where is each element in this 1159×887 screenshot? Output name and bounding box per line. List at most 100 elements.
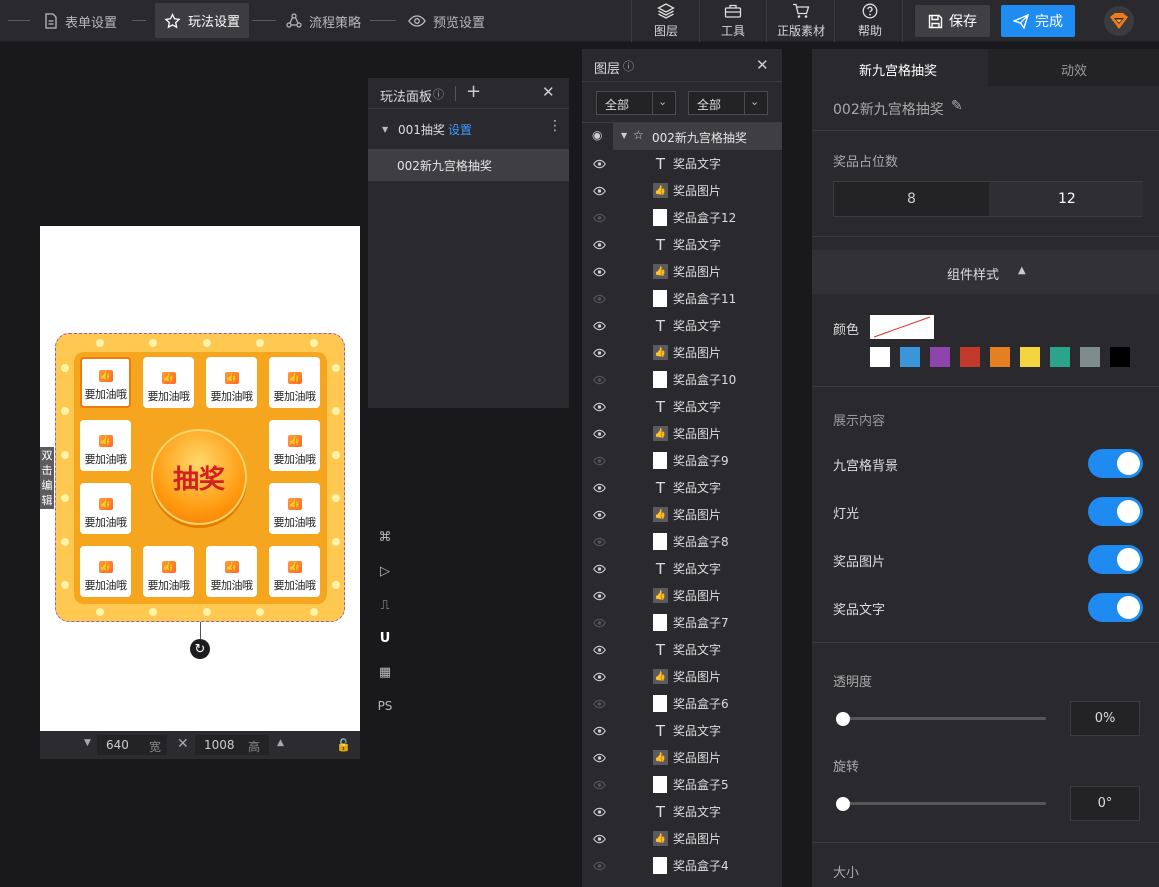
eye-icon[interactable] <box>592 184 606 198</box>
eye-icon[interactable] <box>592 724 606 738</box>
eye-icon[interactable] <box>592 859 606 873</box>
layer-row[interactable]: 👍 奖品图片 <box>582 177 782 204</box>
layer-row[interactable]: 奖品盒子8 <box>582 528 782 555</box>
prize-cell[interactable]: 👍 要加油哦 <box>80 546 131 597</box>
opacity-slider[interactable] <box>842 717 1046 720</box>
eye-icon[interactable] <box>592 616 606 630</box>
eye-icon[interactable] <box>592 346 606 360</box>
layer-row[interactable]: T 奖品文字 <box>582 231 782 258</box>
layer-row[interactable]: T 奖品文字 <box>582 312 782 339</box>
layer-row[interactable]: 奖品盒子12 <box>582 204 782 231</box>
magnet-icon[interactable]: U <box>376 629 394 647</box>
layer-row[interactable]: T 奖品文字 <box>582 636 782 663</box>
ruler-icon[interactable]: ⎍ <box>376 596 394 614</box>
add-icon[interactable]: + <box>466 81 481 102</box>
toolbox-tool-button[interactable]: 工具 <box>712 0 754 42</box>
layer-row[interactable]: 👍 奖品图片 <box>582 582 782 609</box>
eye-icon[interactable] <box>592 751 606 765</box>
layer-row[interactable]: 👍 奖品图片 <box>582 339 782 366</box>
info-icon[interactable]: ⓘ <box>433 86 444 102</box>
eye-icon[interactable] <box>592 238 606 252</box>
play-icon[interactable]: ▷ <box>376 562 394 580</box>
layer-type-select[interactable]: 全部 ⌄ <box>688 91 768 115</box>
caret-up-icon[interactable]: ▲ <box>277 738 284 748</box>
avatar[interactable] <box>1104 6 1134 36</box>
tab-animation[interactable]: 动效 <box>988 49 1159 86</box>
eye-icon[interactable] <box>592 319 606 333</box>
layer-row[interactable]: 👍 奖品图片 <box>582 663 782 690</box>
layer-row[interactable]: T 奖品文字 <box>582 393 782 420</box>
help-tool-button[interactable]: 帮助 <box>849 0 891 42</box>
lights-toggle[interactable] <box>1088 497 1143 526</box>
double-click-edit-tag[interactable]: 双击编辑 <box>40 447 54 509</box>
eye-icon[interactable] <box>592 778 606 792</box>
prize-cell[interactable]: 👍 要加油哦 <box>143 546 194 597</box>
step-play-settings[interactable]: 玩法设置 <box>155 3 250 38</box>
eye-icon[interactable] <box>592 400 606 414</box>
step-flow-strategy[interactable]: 流程策略 <box>286 0 361 42</box>
color-swatch[interactable] <box>960 347 980 367</box>
layer-row[interactable]: 👍 奖品图片 <box>582 744 782 771</box>
caret-down-icon[interactable]: ▼ <box>84 738 91 748</box>
eye-icon[interactable] <box>592 805 606 819</box>
eye-icon[interactable] <box>592 427 606 441</box>
eye-icon[interactable] <box>592 670 606 684</box>
rotate-input[interactable]: 0° <box>1070 786 1140 821</box>
eye-icon[interactable] <box>592 643 606 657</box>
eye-icon[interactable] <box>592 589 606 603</box>
prize-cell[interactable]: 👍 要加油哦 <box>80 483 131 534</box>
rotate-slider-handle[interactable] <box>836 797 850 811</box>
prize-cell[interactable]: 👍 要加油哦 <box>206 357 257 408</box>
eye-icon[interactable] <box>592 832 606 846</box>
grid-background-toggle[interactable] <box>1088 449 1143 478</box>
eye-icon[interactable] <box>592 562 606 576</box>
layer-row[interactable]: 奖品盒子5 <box>582 771 782 798</box>
prize-cell[interactable]: 👍 要加油哦 <box>80 420 131 471</box>
prize-cell[interactable]: 👍 要加油哦 <box>269 546 320 597</box>
prize-cell[interactable]: 👍 要加油哦 <box>206 546 257 597</box>
root-layer-row[interactable]: ▼ ☆ 002新九宫格抽奖 <box>613 123 782 150</box>
layer-row[interactable]: 奖品盒子9 <box>582 447 782 474</box>
layer-row[interactable]: 👍 奖品图片 <box>582 420 782 447</box>
prize-count-option-12[interactable]: 12 <box>1058 191 1076 207</box>
layer-row[interactable]: 奖品盒子11 <box>582 285 782 312</box>
prize-text-toggle[interactable] <box>1088 593 1143 622</box>
color-swatch[interactable] <box>1020 347 1040 367</box>
layer-row[interactable]: 👍 奖品图片 <box>582 501 782 528</box>
eye-icon[interactable] <box>592 373 606 387</box>
done-button[interactable]: 完成 <box>1001 5 1075 37</box>
caret-down-icon[interactable]: ▼ <box>621 131 627 140</box>
eye-icon[interactable] <box>592 292 606 306</box>
color-picker[interactable] <box>870 315 934 339</box>
prize-cell[interactable]: 👍 要加油哦 <box>269 357 320 408</box>
layer-row[interactable]: 👍 奖品图片 <box>582 258 782 285</box>
layer-row[interactable]: 奖品盒子10 <box>582 366 782 393</box>
close-icon[interactable]: ✕ <box>542 83 555 101</box>
licensed-assets-tool-button[interactable]: 正版素材 <box>772 0 830 42</box>
more-icon[interactable]: ⋮ <box>548 118 562 134</box>
eye-icon[interactable]: ◉ <box>592 128 602 142</box>
lock-icon[interactable]: 🔓 <box>336 738 351 752</box>
grid-icon[interactable]: ▦ <box>376 663 394 681</box>
prize-cell[interactable]: 👍 要加油哦 <box>143 357 194 408</box>
prize-cell[interactable]: 👍 要加油哦 <box>269 483 320 534</box>
opacity-input[interactable]: 0% <box>1070 701 1140 736</box>
opacity-slider-handle[interactable] <box>836 712 850 726</box>
prize-cell[interactable]: 👍 要加油哦 <box>80 357 131 408</box>
eye-icon[interactable] <box>592 454 606 468</box>
eye-icon[interactable] <box>592 211 606 225</box>
layer-filter-select[interactable]: 全部 ⌄ <box>596 91 676 115</box>
eye-icon[interactable] <box>592 697 606 711</box>
rotate-slider[interactable] <box>842 802 1046 805</box>
caret-down-icon[interactable]: ▼ <box>382 125 388 134</box>
eye-icon[interactable] <box>592 535 606 549</box>
color-swatch[interactable] <box>930 347 950 367</box>
ps-icon[interactable]: PS <box>376 697 394 715</box>
tree-item-lottery[interactable]: 001抽奖 <box>398 121 445 138</box>
eye-icon[interactable] <box>592 265 606 279</box>
layer-row[interactable]: 👍 奖品图片 <box>582 825 782 852</box>
color-swatch[interactable] <box>1050 347 1070 367</box>
layer-row[interactable]: T 奖品文字 <box>582 555 782 582</box>
layer-row[interactable]: 奖品盒子4 <box>582 852 782 879</box>
color-swatch[interactable] <box>900 347 920 367</box>
